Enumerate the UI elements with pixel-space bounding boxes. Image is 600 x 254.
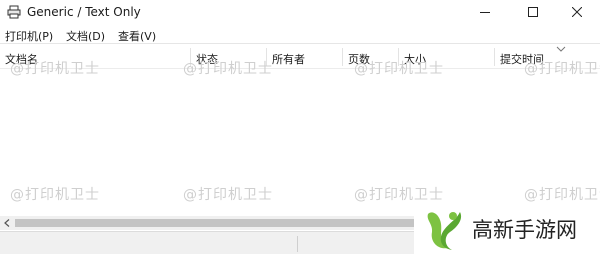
column-header-size[interactable]: 大小 [399, 45, 495, 69]
column-header-submitted[interactable]: 提交时间 [495, 45, 600, 69]
menu-bar: 打印机(P) 文档(D) 查看(V) [0, 25, 600, 44]
column-label: 提交时间 [500, 53, 544, 66]
brand-logo-icon [427, 212, 462, 250]
column-header-pages[interactable]: 页数 [343, 45, 399, 69]
column-header-status[interactable]: 状态 [191, 45, 267, 69]
status-divider [297, 236, 298, 252]
column-label: 文档名 [5, 53, 38, 66]
brand-badge: 高新手游网 [414, 203, 600, 254]
menu-view[interactable]: 查看(V) [118, 28, 156, 44]
job-list[interactable] [0, 70, 600, 215]
minimize-button[interactable] [462, 0, 508, 24]
column-header-owner[interactable]: 所有者 [267, 45, 343, 69]
close-icon [572, 7, 582, 17]
chevron-left-icon [4, 219, 10, 227]
window-title: Generic / Text Only [27, 5, 141, 19]
chevron-down-icon [556, 46, 566, 52]
menu-document[interactable]: 文档(D) [66, 28, 105, 44]
column-label: 所有者 [272, 53, 305, 66]
scroll-left-button[interactable] [0, 216, 14, 230]
printer-icon [7, 5, 21, 19]
column-label: 页数 [348, 53, 370, 66]
list-header: 文档名 状态 所有者 页数 大小 提交时间 [0, 45, 600, 69]
brand-name: 高新手游网 [472, 218, 577, 242]
maximize-button[interactable] [510, 0, 556, 24]
minimize-icon [480, 12, 490, 13]
column-header-document-name[interactable]: 文档名 [0, 45, 191, 69]
close-button[interactable] [554, 0, 600, 24]
maximize-icon [528, 7, 538, 17]
menu-printer[interactable]: 打印机(P) [5, 28, 53, 44]
title-bar: Generic / Text Only [0, 0, 600, 24]
column-label: 状态 [196, 53, 218, 66]
column-label: 大小 [404, 53, 426, 66]
